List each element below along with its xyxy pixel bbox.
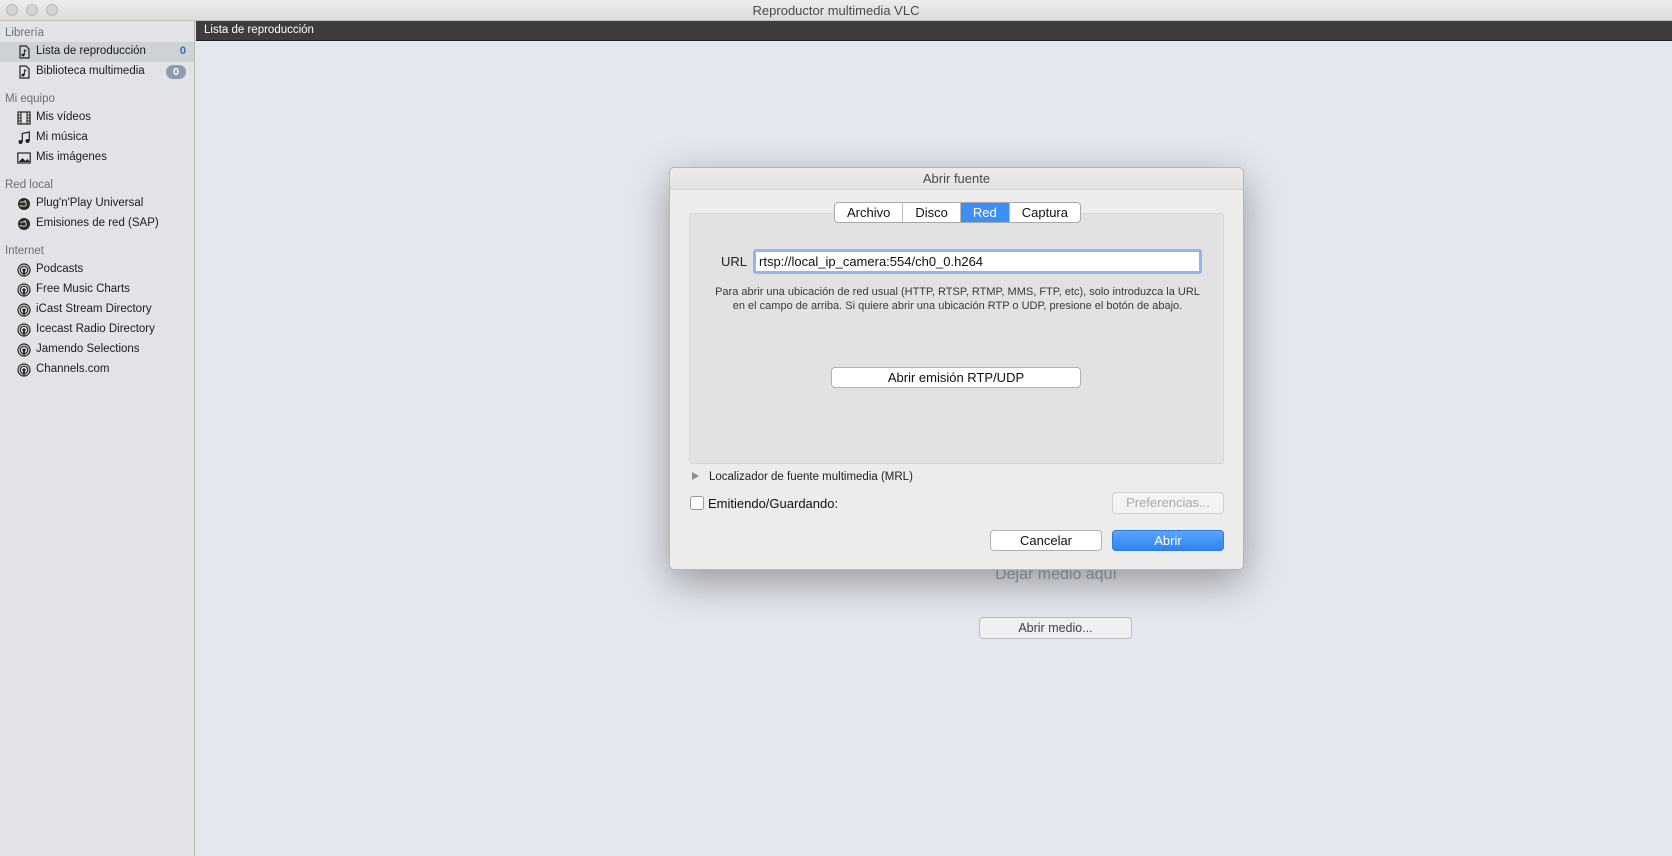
podcast-icon bbox=[17, 283, 31, 297]
sidebar-item-podcasts[interactable]: Podcasts bbox=[0, 260, 194, 280]
sidebar-item-upnp[interactable]: Plug'n'Play Universal bbox=[0, 194, 194, 214]
mrl-disclosure[interactable]: Localizador de fuente multimedia (MRL) bbox=[692, 471, 913, 483]
open-source-dialog: Abrir fuente Archivo Disco Red Captura U… bbox=[669, 167, 1244, 570]
library-count-badge: 0 bbox=[166, 65, 186, 79]
playlist-header: Lista de reproducción bbox=[196, 21, 1672, 41]
open-media-button[interactable]: Abrir medio... bbox=[979, 617, 1132, 639]
sidebar-item-playlist[interactable]: Lista de reproducción 0 bbox=[0, 42, 194, 62]
cancel-button[interactable]: Cancelar bbox=[990, 530, 1102, 551]
streaming-label: Emitiendo/Guardando: bbox=[708, 496, 839, 511]
playlist-count: 0 bbox=[179, 45, 186, 57]
tab-archivo[interactable]: Archivo bbox=[835, 203, 904, 222]
section-title-red-local: Red local bbox=[5, 179, 53, 191]
tab-disco[interactable]: Disco bbox=[903, 203, 961, 222]
sidebar-item-music[interactable]: Mi música bbox=[0, 128, 194, 148]
library-file-icon bbox=[19, 65, 30, 79]
film-icon bbox=[17, 111, 31, 125]
title-bar: Reproductor multimedia VLC bbox=[0, 0, 1672, 21]
mrl-label: Localizador de fuente multimedia (MRL) bbox=[709, 471, 913, 483]
podcast-icon bbox=[17, 363, 31, 377]
source-tabs: Archivo Disco Red Captura bbox=[834, 202, 1081, 223]
sidebar-item-icast[interactable]: iCast Stream Directory bbox=[0, 300, 194, 320]
sidebar-item-library[interactable]: Biblioteca multimedia 0 bbox=[0, 62, 194, 82]
section-title-internet: Internet bbox=[5, 245, 44, 257]
playlist-header-title: Lista de reproducción bbox=[204, 24, 314, 36]
sidebar-item-sap[interactable]: Emisiones de red (SAP) bbox=[0, 214, 194, 234]
dialog-title: Abrir fuente bbox=[670, 168, 1243, 190]
url-input[interactable]: rtsp://local_ip_camera:554/ch0_0.h264 bbox=[753, 249, 1202, 274]
music-note-icon bbox=[18, 131, 30, 144]
window-title: Reproductor multimedia VLC bbox=[752, 3, 920, 18]
section-title-libreria: Librería bbox=[5, 27, 44, 39]
sidebar-item-icecast[interactable]: Icecast Radio Directory bbox=[0, 320, 194, 340]
open-button[interactable]: Abrir bbox=[1112, 530, 1224, 551]
sidebar-item-videos[interactable]: Mis vídeos bbox=[0, 108, 194, 128]
section-title-mi-equipo: Mi equipo bbox=[5, 93, 55, 105]
url-label: URL bbox=[721, 254, 748, 269]
network-icon bbox=[18, 218, 30, 230]
disclosure-triangle-icon bbox=[692, 472, 699, 480]
sidebar: Librería Lista de reproducción 0 Bibliot… bbox=[0, 21, 195, 856]
sidebar-item-channels[interactable]: Channels.com bbox=[0, 360, 194, 380]
tab-red[interactable]: Red bbox=[960, 203, 1010, 222]
podcast-icon bbox=[17, 323, 31, 337]
network-help-text: Para abrir una ubicación de red usual (H… bbox=[715, 286, 1200, 312]
streaming-checkbox[interactable] bbox=[690, 496, 704, 510]
sidebar-item-jamendo[interactable]: Jamendo Selections bbox=[0, 340, 194, 360]
sidebar-item-free-music-charts[interactable]: Free Music Charts bbox=[0, 280, 194, 300]
network-icon bbox=[18, 198, 30, 210]
picture-icon bbox=[17, 152, 31, 164]
podcast-icon bbox=[17, 303, 31, 317]
tab-captura[interactable]: Captura bbox=[1010, 203, 1080, 222]
preferences-button[interactable]: Preferencias... bbox=[1112, 492, 1224, 514]
sidebar-item-images[interactable]: Mis imágenes bbox=[0, 148, 194, 168]
playlist-file-icon bbox=[19, 45, 30, 59]
open-rtp-udp-button[interactable]: Abrir emisión RTP/UDP bbox=[831, 367, 1081, 388]
podcast-icon bbox=[17, 343, 31, 357]
podcast-icon bbox=[17, 263, 31, 277]
